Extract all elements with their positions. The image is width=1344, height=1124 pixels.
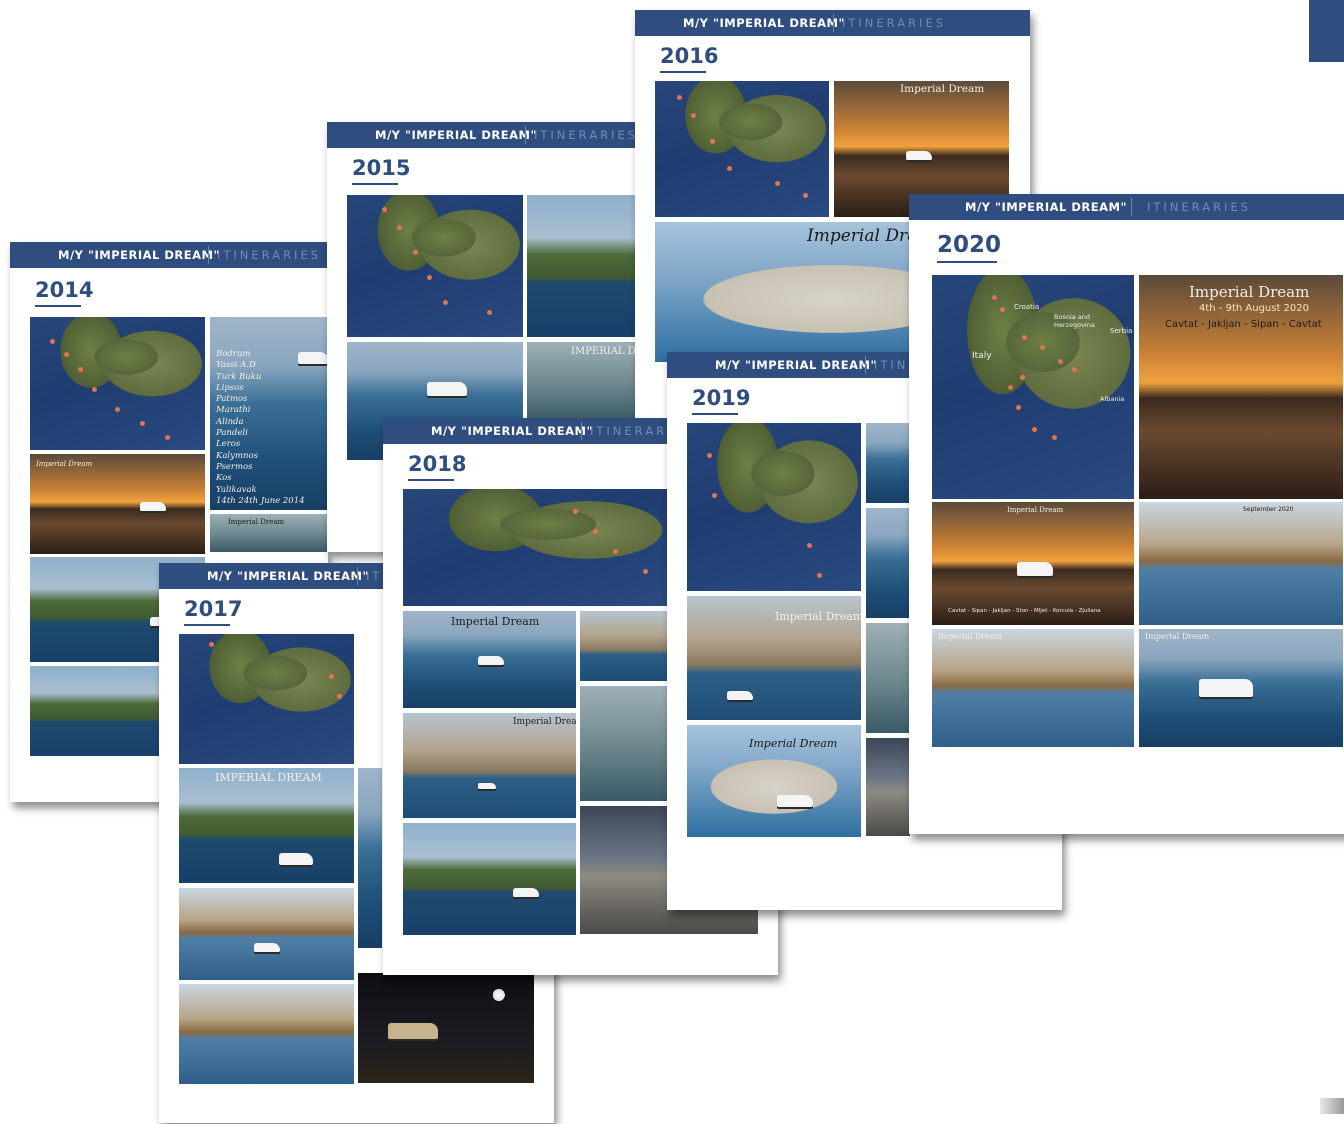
rock-photo bbox=[580, 611, 667, 681]
year-underline bbox=[184, 624, 230, 626]
section-label: ITINERARIES bbox=[217, 248, 322, 262]
divider bbox=[833, 14, 834, 32]
cove-photo bbox=[179, 888, 354, 980]
year-title: 2019 bbox=[692, 386, 751, 410]
yacht-coast-photo: IMPERIAL DREAM bbox=[179, 768, 354, 883]
side-photo-1 bbox=[866, 423, 910, 503]
route-map bbox=[347, 195, 523, 337]
route-map: Croatia Bosnia and Herzegovina Serbia It… bbox=[932, 275, 1134, 499]
year-underline bbox=[937, 261, 997, 263]
year-title: 2015 bbox=[352, 156, 411, 180]
route-map bbox=[403, 489, 667, 606]
yacht-label: M/Y "IMPERIAL DREAM" bbox=[431, 424, 593, 438]
year-underline bbox=[408, 479, 454, 481]
harbor-photo: September 2020 bbox=[1139, 502, 1343, 625]
side-photo-2 bbox=[866, 508, 910, 618]
yacht-photo: Bodrum Yassi A.D Turk Buku Lipsos Patmos… bbox=[210, 317, 328, 510]
itinerary-page-2020[interactable]: M/Y "IMPERIAL DREAM" ITINERARIES 2020 Cr… bbox=[909, 194, 1344, 834]
sunset-photo: Imperial Dream 4th - 9th August 2020 Cav… bbox=[1139, 275, 1343, 499]
page-header: M/Y "IMPERIAL DREAM" ITINERARIES bbox=[327, 122, 635, 148]
yacht-label: M/Y "IMPERIAL DREAM" bbox=[715, 358, 877, 372]
route-map bbox=[687, 423, 861, 591]
divider bbox=[525, 126, 526, 144]
page-header: M/Y "IMPERIAL DREAM" ITINERARIES bbox=[10, 242, 328, 268]
year-title: 2014 bbox=[35, 278, 94, 302]
island-photo bbox=[527, 195, 635, 337]
side-photo bbox=[358, 768, 382, 948]
yacht-photo-small: Imperial Dream bbox=[210, 514, 328, 552]
island-yacht-photo bbox=[403, 823, 576, 935]
year-underline bbox=[35, 305, 81, 307]
yacht-photo: Imperial Dream bbox=[403, 611, 576, 708]
yacht-label: M/Y "IMPERIAL DREAM" bbox=[683, 16, 845, 30]
page-header: M/Y "IMPERIAL DREAM" ITINERARIES bbox=[635, 10, 1030, 36]
yacht-sea-photo: Imperial Dream bbox=[1139, 629, 1343, 747]
divider bbox=[208, 246, 209, 264]
route-map bbox=[179, 634, 354, 764]
list-photo bbox=[580, 686, 667, 801]
yacht-label: M/Y "IMPERIAL DREAM" bbox=[207, 569, 369, 583]
yacht-sunset-photo: Imperial Dream Cavtat - Sipan - Jakljan … bbox=[932, 502, 1134, 625]
yacht-bay-photo: Imperial Dream bbox=[687, 725, 861, 837]
year-underline bbox=[352, 183, 398, 185]
cliff-photo: Imperial Dream bbox=[403, 713, 576, 818]
yacht-photo-2: IMPERIAL D bbox=[527, 342, 635, 422]
side-photo-3 bbox=[866, 623, 910, 733]
route-map bbox=[30, 317, 205, 450]
yacht-label: M/Y "IMPERIAL DREAM" bbox=[58, 248, 220, 262]
year-underline bbox=[660, 71, 706, 73]
corner-tab bbox=[1309, 0, 1344, 62]
harbor-town-photo bbox=[179, 984, 354, 1084]
page-header: M/Y "IMPERIAL DREAM" ITINERARIES bbox=[909, 194, 1344, 220]
section-label: ITINERARIES bbox=[534, 128, 635, 142]
route-map bbox=[655, 81, 829, 217]
year-title: 2016 bbox=[660, 44, 719, 68]
divider bbox=[1131, 198, 1132, 216]
side-photo-4 bbox=[866, 738, 910, 836]
marina-photo: Imperial Dream bbox=[932, 629, 1134, 747]
yacht-label: M/Y "IMPERIAL DREAM" bbox=[375, 128, 537, 142]
night-photo bbox=[358, 973, 534, 1083]
section-label: ITINERARIES bbox=[1147, 200, 1252, 214]
yacht-label: M/Y "IMPERIAL DREAM" bbox=[965, 200, 1127, 214]
year-title: 2018 bbox=[408, 452, 467, 476]
cliff-yacht-photo: Imperial Dream bbox=[687, 596, 861, 720]
corner-shadow bbox=[1320, 1098, 1344, 1114]
divider bbox=[865, 356, 866, 374]
year-title: 2017 bbox=[184, 597, 243, 621]
divider bbox=[357, 567, 358, 585]
divider bbox=[581, 422, 582, 440]
sunset-photo: Imperial Dream bbox=[30, 454, 205, 554]
year-underline bbox=[692, 413, 738, 415]
year-title: 2020 bbox=[937, 232, 1002, 258]
section-label: ITINERARIES bbox=[842, 16, 947, 30]
